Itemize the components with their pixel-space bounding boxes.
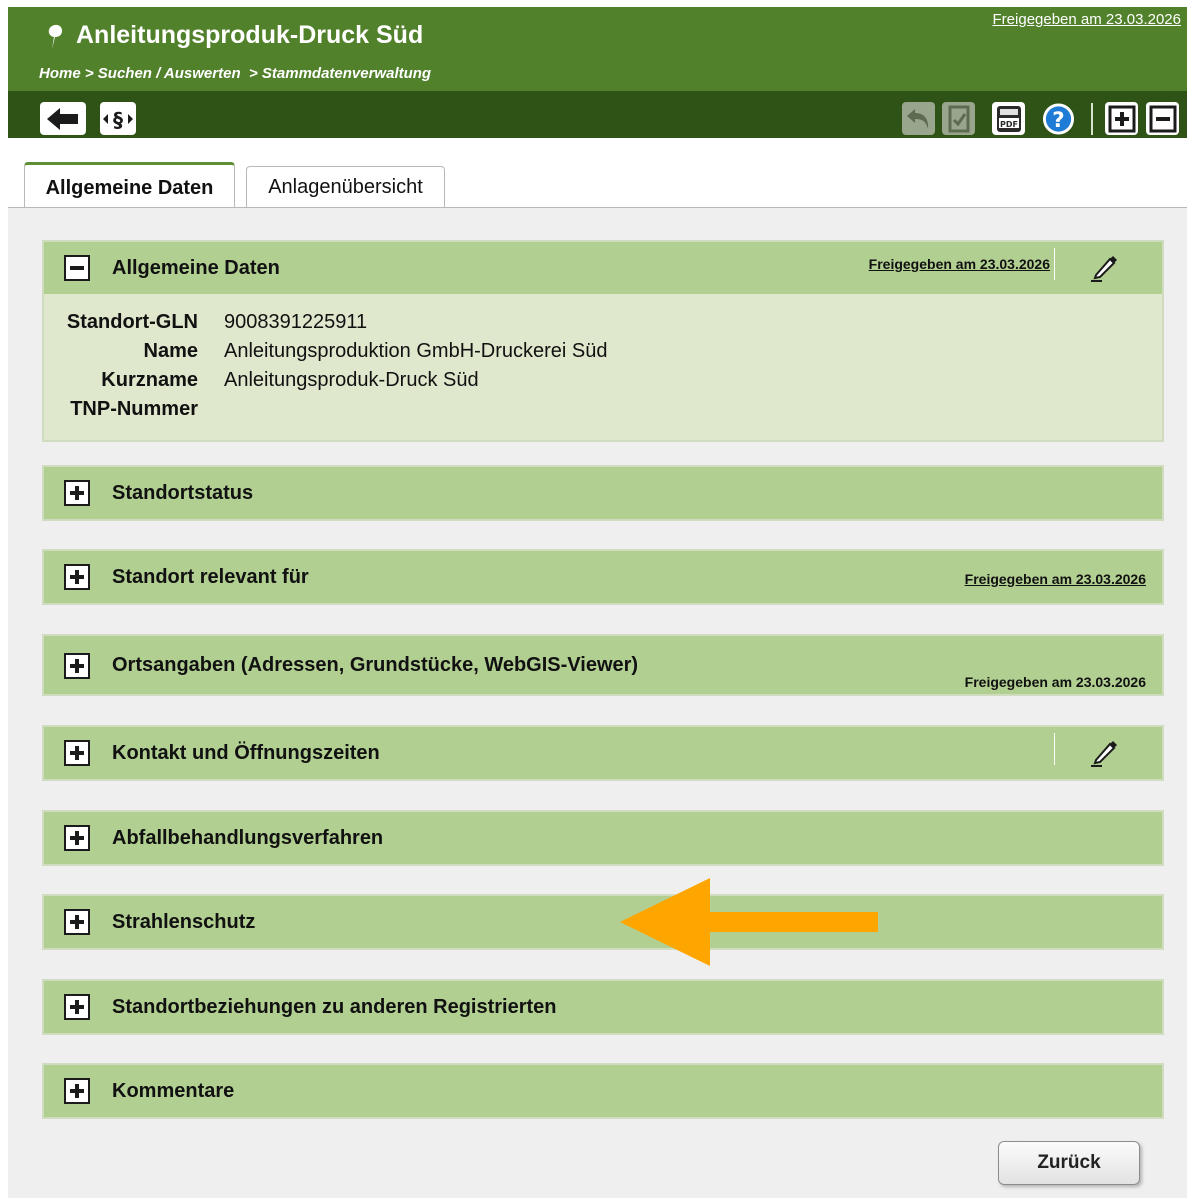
field-value: 9008391225911 [224, 311, 368, 333]
legal-button[interactable]: § [100, 102, 136, 135]
expand-all-icon [1108, 105, 1135, 132]
collapse-all-button[interactable] [1146, 102, 1179, 135]
release-status: Freigegeben am 23.03.2026 [964, 674, 1146, 690]
panel-kontakt: Kontakt und Öffnungszeiten [42, 725, 1164, 781]
panel-title: Strahlenschutz [112, 910, 256, 933]
expand-icon[interactable] [64, 564, 90, 590]
panel-title: Standortbeziehungen zu anderen Registrie… [112, 995, 557, 1018]
field-row: Name Anleitungsproduktion GmbH-Druckerei… [44, 337, 1162, 366]
svg-text:?: ? [1052, 107, 1064, 132]
expand-all-button[interactable] [1105, 102, 1138, 135]
breadcrumb-search[interactable]: Suchen / Auswerten [98, 65, 241, 82]
panel-abfallbehandlung: Abfallbehandlungsverfahren [42, 810, 1164, 866]
panel-header[interactable]: Kontakt und Öffnungszeiten [44, 727, 1162, 779]
panel-header[interactable]: Standortstatus [44, 467, 1162, 519]
back-arrow-icon [47, 107, 78, 130]
field-row: Standort-GLN 9008391225911 [44, 308, 1162, 337]
toolbar-separator [1091, 103, 1093, 135]
collapse-icon[interactable] [64, 255, 90, 281]
pencil-icon[interactable] [1088, 251, 1122, 285]
app-header: Anleitungsproduk-Druck Süd Freigegeben a… [8, 7, 1187, 138]
panel-title: Kommentare [112, 1079, 235, 1102]
field-value: Anleitungsproduk-Druck Süd [224, 369, 479, 391]
panel-title: Standort relevant für [112, 565, 309, 588]
field-label: Name [143, 340, 198, 362]
expand-icon[interactable] [64, 994, 90, 1020]
expand-icon[interactable] [64, 909, 90, 935]
tab-anlagenuebersicht[interactable]: Anlagenübersicht [246, 166, 445, 207]
breadcrumb-separator: > [248, 65, 258, 82]
back-button[interactable] [40, 102, 86, 135]
field-row: TNP-Nummer [44, 395, 1162, 424]
toolbar: § PDF ? [8, 91, 1187, 138]
release-link[interactable]: Freigegeben am 23.03.2026 [965, 571, 1146, 587]
header-release-link[interactable]: Freigegeben am 23.03.2026 [993, 11, 1181, 28]
breadcrumb-home[interactable]: Home [39, 65, 81, 82]
panel-title: Ortsangaben (Adressen, Grundstücke, WebG… [112, 654, 639, 676]
pdf-button[interactable]: PDF [992, 102, 1025, 135]
breadcrumb-current: Stammdatenverwaltung [261, 65, 432, 82]
help-icon: ? [1042, 102, 1075, 135]
expand-icon[interactable] [64, 1078, 90, 1104]
panel-standortbeziehungen: Standortbeziehungen zu anderen Registrie… [42, 979, 1164, 1035]
collapse-all-icon [1149, 105, 1176, 132]
pencil-icon[interactable] [1088, 736, 1122, 770]
svg-text:PDF: PDF [1000, 120, 1018, 129]
panel-title: Standortstatus [112, 481, 254, 504]
panel-body: Standort-GLN 9008391225911 Name Anleitun… [44, 294, 1162, 440]
panel-kommentare: Kommentare [42, 1063, 1164, 1119]
release-link[interactable]: Freigegeben am 23.03.2026 [869, 256, 1050, 272]
main-content: Allgemeine Daten Freigegeben am 23.03.20… [8, 208, 1187, 1198]
help-button[interactable]: ? [1042, 102, 1075, 135]
undo-icon [906, 108, 928, 129]
field-label: TNP-Nummer [70, 398, 198, 420]
breadcrumb: Home > Suchen / Auswerten > Stammdatenve… [39, 65, 431, 82]
undo-button[interactable] [902, 102, 935, 135]
svg-text:§: § [113, 108, 123, 132]
field-row: Kurzname Anleitungsproduk-Druck Süd [44, 366, 1162, 395]
panel-header[interactable]: Standortbeziehungen zu anderen Registrie… [44, 981, 1162, 1033]
tab-bar: Allgemeine Daten Anlagenübersicht [0, 160, 1187, 211]
expand-icon[interactable] [64, 825, 90, 851]
pin-icon [48, 24, 63, 49]
header-separator [1054, 248, 1055, 280]
expand-icon[interactable] [64, 653, 90, 679]
back-button-zurueck[interactable]: Zurück [998, 1141, 1140, 1185]
annotation-arrow-icon [620, 878, 878, 966]
panel-title: Allgemeine Daten [112, 256, 280, 279]
document-check-icon [948, 105, 969, 132]
panel-header[interactable]: Strahlenschutz [44, 896, 1162, 948]
check-document-button[interactable] [942, 102, 975, 135]
paragraph-icon: § [103, 108, 133, 132]
panel-header[interactable]: Abfallbehandlungsverfahren [44, 812, 1162, 864]
panel-header[interactable]: Standort relevant für Freigegeben am 23.… [44, 551, 1162, 603]
field-value: Anleitungsproduktion GmbH-Druckerei Süd [224, 340, 608, 362]
field-label: Kurzname [101, 369, 198, 391]
panel-title: Abfallbehandlungsverfahren [112, 826, 384, 849]
panel-standort-relevant: Standort relevant für Freigegeben am 23.… [42, 549, 1164, 605]
panel-allgemeine-daten: Allgemeine Daten Freigegeben am 23.03.20… [42, 240, 1164, 442]
pdf-icon: PDF [996, 105, 1021, 132]
panel-header[interactable]: Kommentare [44, 1065, 1162, 1117]
expand-icon[interactable] [64, 480, 90, 506]
page-title: Anleitungsproduk-Druck Süd [76, 21, 424, 49]
panel-standortstatus: Standortstatus [42, 465, 1164, 521]
panel-strahlenschutz: Strahlenschutz [42, 894, 1164, 950]
panel-header[interactable]: Ortsangaben (Adressen, Grundstücke, WebG… [44, 636, 1162, 694]
panel-header[interactable]: Allgemeine Daten Freigegeben am 23.03.20… [44, 242, 1162, 294]
tab-allgemeine-daten[interactable]: Allgemeine Daten [24, 162, 235, 211]
panel-title: Kontakt und Öffnungszeiten [112, 741, 380, 764]
panel-ortsangaben: Ortsangaben (Adressen, Grundstücke, WebG… [42, 634, 1164, 696]
expand-icon[interactable] [64, 740, 90, 766]
field-label: Standort-GLN [66, 311, 198, 333]
header-separator [1054, 733, 1055, 765]
breadcrumb-separator: > [84, 65, 94, 82]
